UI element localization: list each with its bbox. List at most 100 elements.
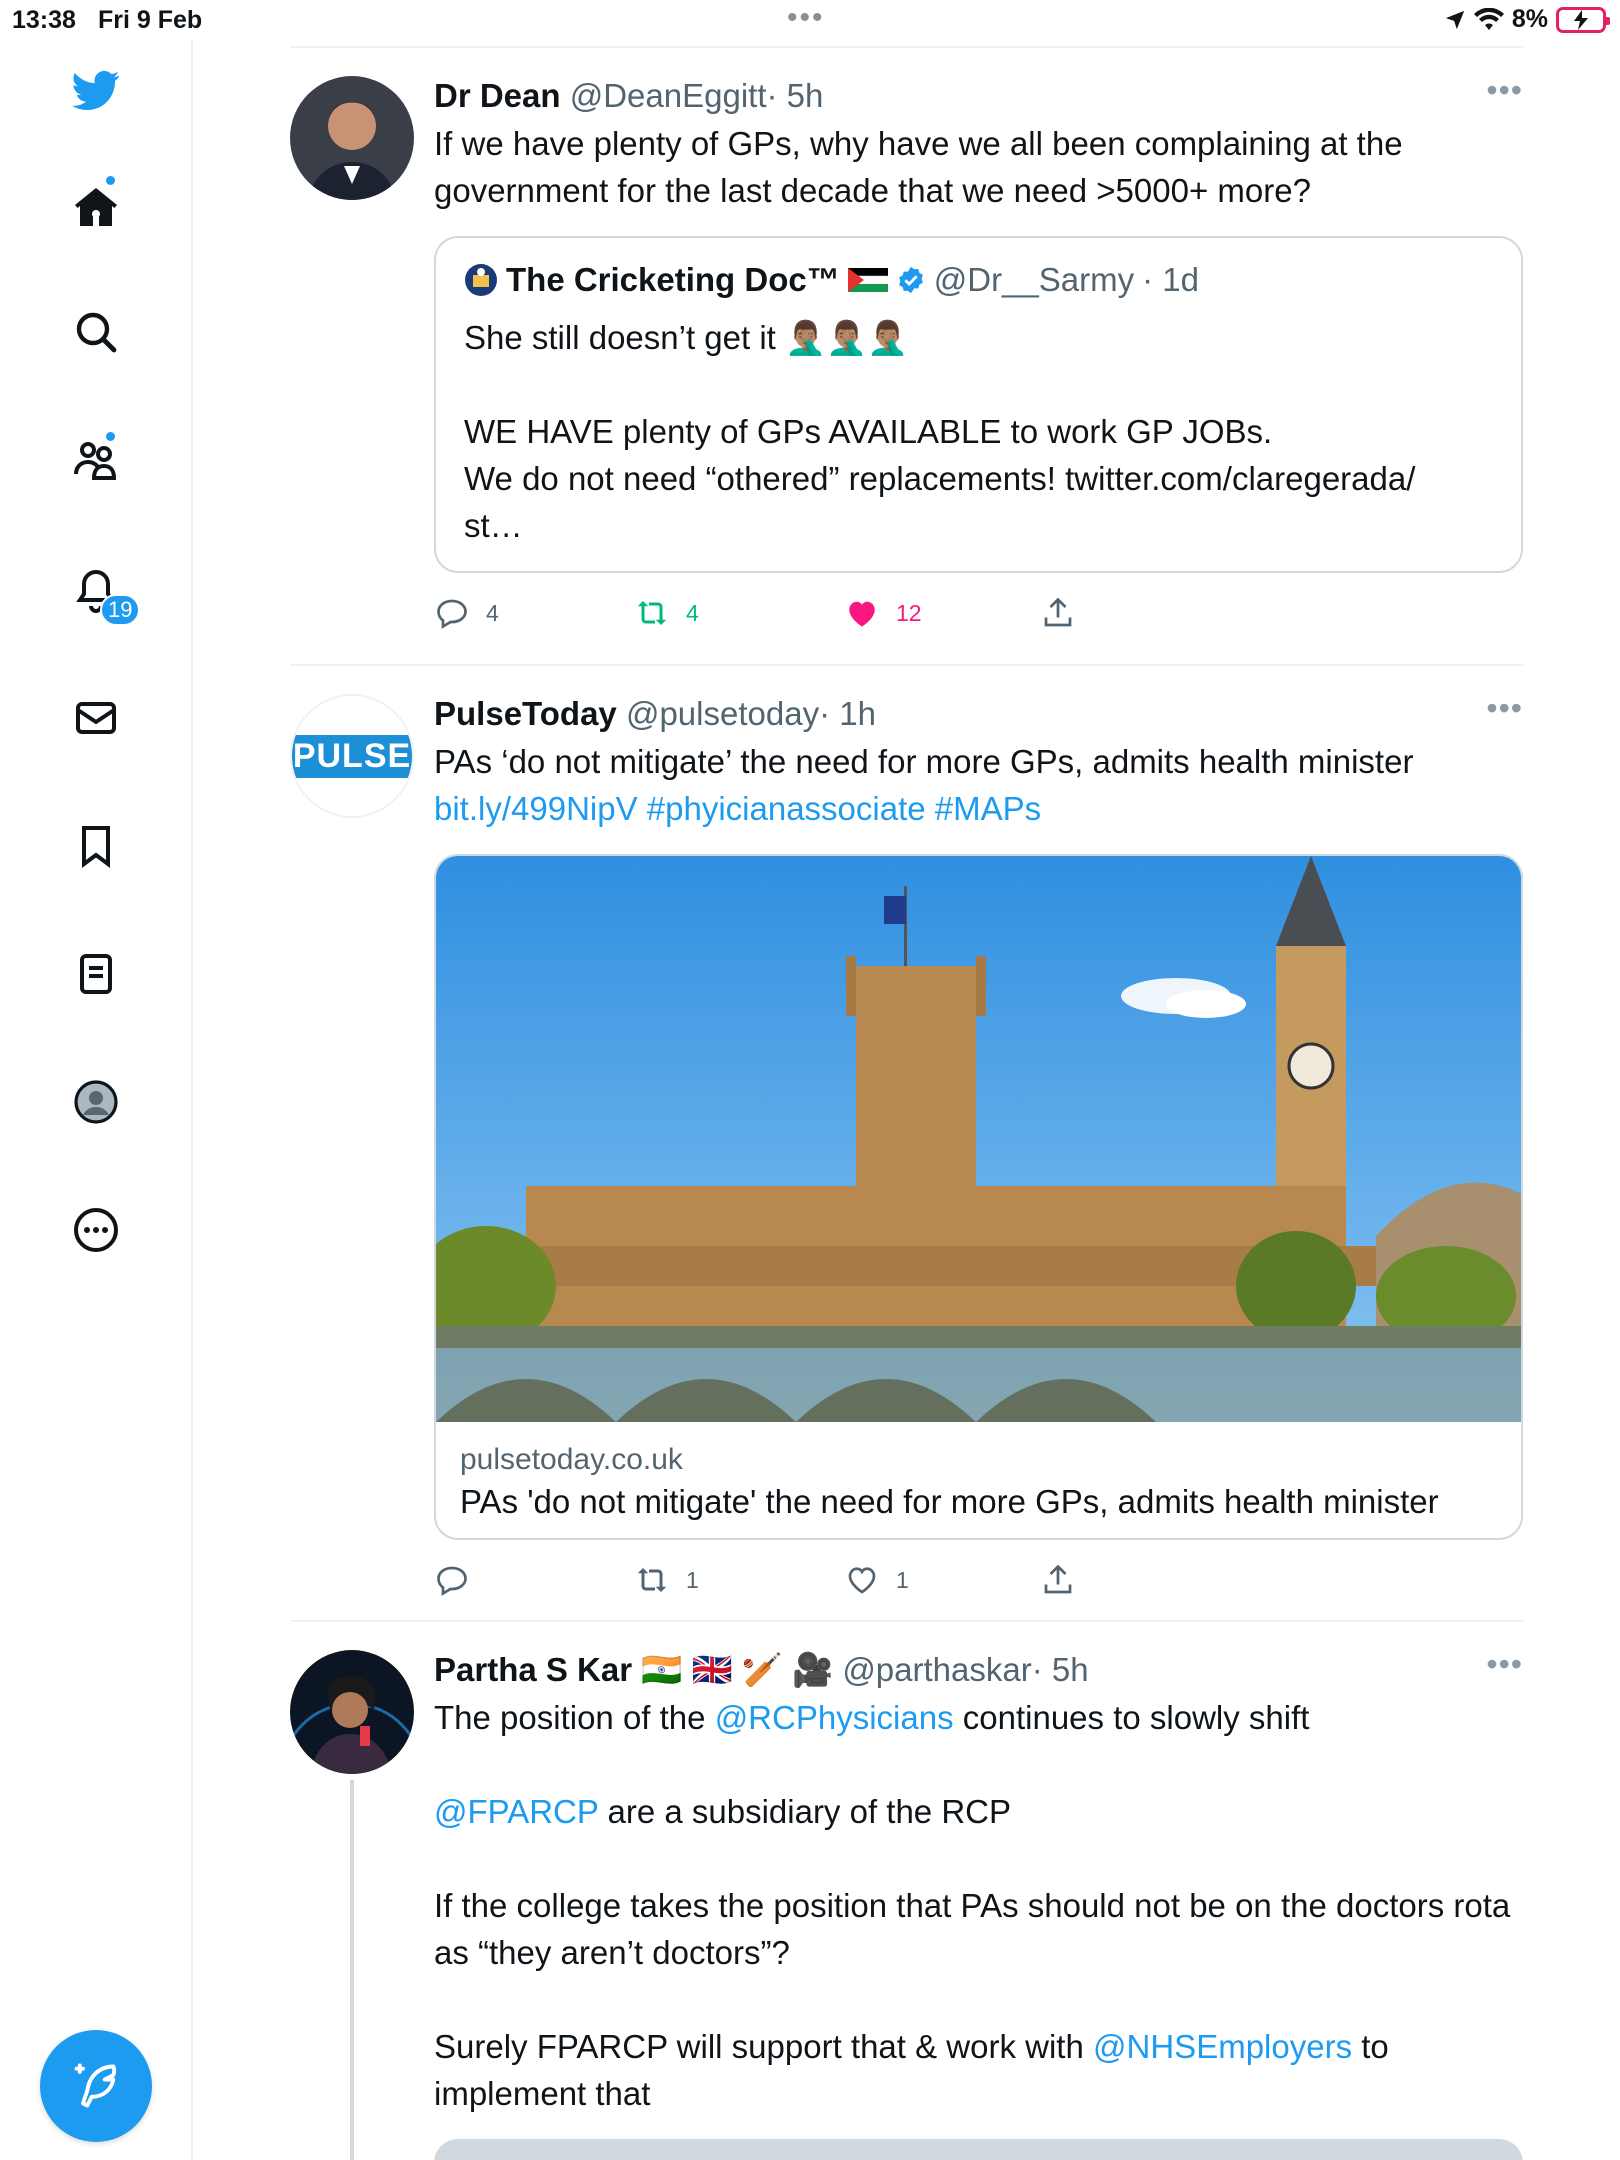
- author-name[interactable]: Partha S Kar: [434, 1651, 632, 1688]
- retweet-button[interactable]: 1: [634, 1562, 699, 1598]
- retweet-icon: [637, 601, 667, 625]
- avatar[interactable]: PULSE: [290, 694, 414, 818]
- status-right: 8%: [1444, 5, 1610, 34]
- home-icon[interactable]: [68, 180, 124, 236]
- reply-icon: [437, 1566, 467, 1596]
- quoted-author-handle[interactable]: @Dr__Sarmy: [934, 260, 1134, 300]
- divider: [290, 664, 1523, 666]
- tweet-link[interactable]: bit.ly/499NipV #phyicianassociate #MAPs: [434, 785, 1523, 832]
- tweet-text: PAs ‘do not mitigate’ the need for more …: [434, 743, 1414, 780]
- thread-line: [350, 1780, 354, 2160]
- search-icon[interactable]: [68, 304, 124, 360]
- tweet-header: Partha S Kar 🇮🇳 🇬🇧 🏏 🎥 @parthaskar· 5h: [434, 1650, 1523, 1690]
- author-handle[interactable]: @pulsetoday: [626, 695, 819, 732]
- text-segment: Surely FPARCP will support that & work w…: [434, 2028, 1094, 2065]
- tweet-time[interactable]: · 1h: [819, 695, 876, 732]
- author-handle[interactable]: @DeanEggitt: [570, 77, 767, 114]
- multitask-dots-icon[interactable]: •••: [787, 3, 825, 33]
- notification-badge: 19: [100, 594, 141, 626]
- retweet-button[interactable]: 4: [634, 595, 699, 631]
- like-count: 1: [896, 1566, 909, 1593]
- author-handle[interactable]: @parthaskar: [842, 1651, 1031, 1688]
- reply-count: 4: [486, 599, 499, 626]
- tweet-actions: 1 1: [434, 1562, 1523, 1612]
- home-unread-dot: [104, 174, 117, 187]
- share-button[interactable]: [1040, 595, 1076, 631]
- heart-filled-icon: [849, 601, 875, 627]
- verified-badge-icon: [898, 266, 923, 294]
- more-circle-icon[interactable]: [68, 1202, 124, 1258]
- wifi-icon: [1473, 7, 1504, 30]
- reply-button[interactable]: 4: [434, 595, 499, 631]
- battery-icon: [1556, 6, 1610, 33]
- envelope-icon[interactable]: [68, 690, 124, 746]
- like-count: 12: [896, 599, 922, 626]
- mention-link[interactable]: @NHSEmployers: [1093, 2028, 1352, 2065]
- palestine-flag-icon: [847, 268, 888, 292]
- reply-button[interactable]: [434, 1562, 486, 1598]
- mention-link[interactable]: @FPARCP: [434, 1793, 598, 1830]
- like-button[interactable]: 12: [844, 595, 922, 631]
- avatar[interactable]: [290, 1650, 414, 1774]
- retweet-count: 1: [686, 1566, 699, 1593]
- quoted-avatar: [465, 264, 497, 296]
- text-segment: are a subsidiary of the RCP: [598, 1793, 1012, 1830]
- quoted-tweet-text: WE HAVE plenty of GPs AVAILABLE to work …: [464, 413, 1416, 544]
- quoted-tweet-header: The Cricketing Doc™ @Dr__Sarmy · 1d: [464, 260, 1493, 300]
- quoted-tweet-line1: She still doesn’t get it 🤦🏽‍♂️🤦🏽‍♂️🤦🏽‍♂️: [464, 319, 909, 356]
- sidebar: 19: [0, 40, 193, 2160]
- share-icon: [1044, 597, 1072, 627]
- heart-icon: [848, 1567, 876, 1594]
- avatar[interactable]: [290, 76, 414, 200]
- list-icon[interactable]: [68, 946, 124, 1002]
- twitter-logo-icon[interactable]: [68, 62, 124, 118]
- bookmark-icon[interactable]: [68, 818, 124, 874]
- retweet-icon: [637, 1568, 667, 1592]
- like-button[interactable]: 1: [844, 1562, 909, 1598]
- card-domain: pulsetoday.co.uk: [460, 1443, 683, 1476]
- communities-unread-dot: [104, 430, 117, 443]
- tweet-text: If we have plenty of GPs, why have we al…: [434, 125, 1412, 209]
- tweet-paragraph-4: Surely FPARCP will support that & work w…: [434, 2023, 1523, 2117]
- text-segment: The position of the: [434, 1699, 715, 1736]
- pulse-logo: PULSE: [292, 734, 412, 778]
- divider: [290, 1620, 1523, 1622]
- divider: [290, 46, 1523, 48]
- compose-tweet-button[interactable]: [40, 2030, 152, 2142]
- tweet-header: PulseToday @pulsetoday· 1h: [434, 694, 1523, 734]
- author-name[interactable]: PulseToday: [434, 695, 617, 732]
- tweet-time[interactable]: · 5h: [1032, 1651, 1089, 1688]
- text-segment: continues to slowly shift: [953, 1699, 1310, 1736]
- share-button[interactable]: [1040, 1562, 1076, 1598]
- profile-icon[interactable]: [68, 1074, 124, 1130]
- feather-plus-icon: [74, 2063, 117, 2108]
- tweet-actions: 4 4 12: [434, 595, 1523, 645]
- author-flags: 🇮🇳 🇬🇧 🏏 🎥: [641, 1651, 834, 1688]
- card-meta: pulsetoday.co.uk PAs 'do not mitigate' t…: [436, 1422, 1521, 1538]
- status-time: 13:38: [12, 6, 76, 34]
- link-card[interactable]: pulsetoday.co.uk PAs 'do not mitigate' t…: [434, 854, 1523, 1540]
- author-name[interactable]: Dr Dean: [434, 77, 561, 114]
- location-icon: [1445, 10, 1465, 29]
- status-date: Fri 9 Feb: [98, 6, 203, 34]
- status-bar: 13:38 Fri 9 Feb ••• 8%: [0, 0, 1620, 40]
- link-card-partial[interactable]: [434, 2139, 1523, 2160]
- tweet-paragraph-2: @FPARCP are a subsidiary of the RCP: [434, 1788, 1523, 1835]
- quoted-tweet[interactable]: The Cricketing Doc™ @Dr__Sarmy · 1d She s…: [434, 236, 1523, 573]
- quoted-author-name[interactable]: The Cricketing Doc™: [506, 260, 840, 300]
- card-title: PAs 'do not mitigate' the need for more …: [460, 1483, 1439, 1520]
- battery-percent: 8%: [1511, 5, 1548, 33]
- share-icon: [1044, 1564, 1072, 1594]
- reply-icon: [437, 599, 467, 629]
- more-options-icon[interactable]: •••: [1486, 1648, 1523, 1680]
- quoted-tweet-time[interactable]: · 1d: [1142, 260, 1199, 300]
- tweet-time[interactable]: · 5h: [767, 77, 824, 114]
- tweet-paragraph-1: The position of the @RCPhysicians contin…: [434, 1694, 1523, 1741]
- tweet-header: Dr Dean @DeanEggitt· 5h: [434, 76, 1523, 116]
- more-options-icon[interactable]: •••: [1486, 692, 1523, 724]
- mention-link[interactable]: @RCPhysicians: [715, 1699, 954, 1736]
- retweet-count: 4: [686, 599, 699, 626]
- more-options-icon[interactable]: •••: [1486, 74, 1523, 106]
- card-image-westminster: [436, 856, 1521, 1422]
- tweet-paragraph-3: If the college takes the position that P…: [434, 1887, 1520, 1971]
